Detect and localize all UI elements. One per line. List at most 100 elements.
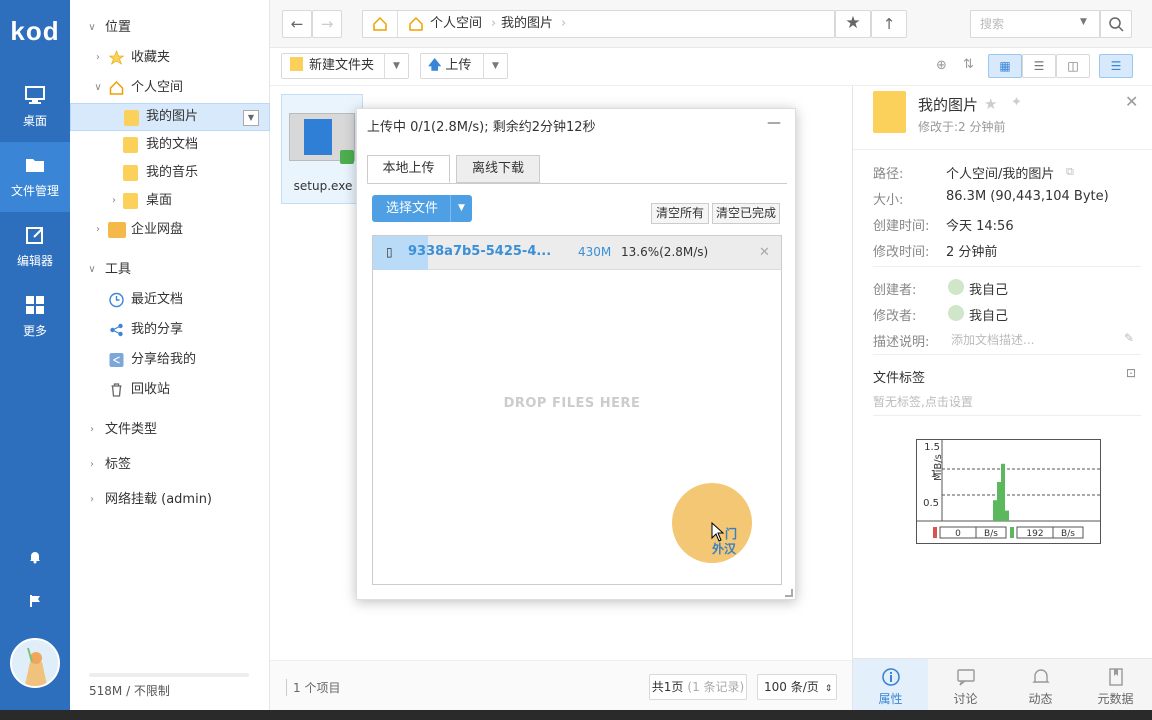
appbar-editor[interactable]: 编辑器 [0, 212, 70, 282]
tree-location[interactable]: ∨ 位置 [70, 14, 270, 42]
overlay-text: 外汉 [712, 542, 737, 556]
resize-handle[interactable] [785, 589, 793, 597]
breadcrumb-separator: › [561, 16, 567, 31]
chevron-right-icon: › [96, 224, 100, 235]
modified-label: 修改时间: [873, 245, 930, 260]
tree-label: 最近文档 [131, 292, 184, 307]
tree-personal-space[interactable]: ∨ 个人空间 [70, 74, 270, 102]
tree-my-share[interactable]: 我的分享 [70, 316, 270, 344]
tree-desktop[interactable]: › 桌面 [70, 187, 270, 215]
forward-button[interactable]: → [312, 10, 342, 38]
tags-placeholder[interactable]: 暂无标签,点击设置 [873, 393, 973, 410]
upload-button[interactable]: 🡅 上传 ▼ [420, 53, 508, 79]
new-folder-button[interactable]: 新建文件夹 ▼ [281, 53, 409, 79]
up-folder-button[interactable]: ↑ [871, 10, 907, 38]
remove-upload-icon[interactable]: ✕ [759, 245, 770, 260]
tab-offline-download[interactable]: 离线下载 [456, 155, 540, 183]
tree-tools[interactable]: ∨ 工具 [70, 256, 270, 284]
share-icon [110, 323, 123, 337]
arrow-up-icon: ↑ [882, 15, 896, 33]
appbar-desktop[interactable]: 桌面 [0, 72, 70, 142]
storage-quota: 518M / 不限制 [89, 684, 170, 698]
tab-label: 讨论 [953, 692, 978, 706]
tree-shared-to-me[interactable]: 分享给我的 [70, 346, 270, 374]
tab-local-upload[interactable]: 本地上传 [367, 155, 450, 183]
chat-icon [956, 669, 975, 686]
tree-recent-docs[interactable]: 最近文档 [70, 286, 270, 314]
tree-tags[interactable]: › 标签 [70, 451, 270, 479]
edit-icon [26, 227, 43, 244]
split-view-button[interactable]: ◫ [1056, 54, 1090, 78]
list-view-button[interactable]: ☰ [1022, 54, 1056, 78]
chevron-down-icon[interactable]: ▼ [384, 54, 408, 78]
app-logo[interactable]: kod [0, 16, 70, 47]
notification-bell-icon[interactable] [28, 550, 42, 564]
folder-icon [290, 57, 303, 71]
icon-view-button[interactable]: ▦ [988, 54, 1022, 78]
back-button[interactable]: ← [282, 10, 312, 38]
tab-activity[interactable]: 动态 [1003, 659, 1078, 711]
folder-large-icon [873, 91, 906, 133]
top-toolbar: ← → 个人空间 › 我的图片 › ★ ↑ 搜索 ▼ [270, 0, 1152, 48]
avatar [948, 305, 964, 321]
tab-properties[interactable]: 属性 [853, 659, 928, 711]
file-item-setup-exe[interactable]: setup.exe [281, 94, 363, 204]
quota-bar [89, 673, 249, 677]
chart-bar [997, 482, 1001, 521]
flag-icon[interactable] [28, 594, 42, 608]
choose-file-button[interactable]: 选择文件 ▼ [372, 195, 472, 222]
chart-ytick: 1.5 [924, 442, 940, 453]
appbar-file-manager[interactable]: 文件管理 [0, 142, 70, 212]
breadcrumb-separator: › [491, 16, 497, 31]
breadcrumb-personal-space[interactable]: 个人空间 [430, 11, 482, 37]
search-button[interactable] [1100, 10, 1132, 38]
favorite-star-button[interactable]: ★ [835, 10, 871, 38]
folder-tree: ∨ 位置 › 收藏夹 ∨ 个人空间 我的图片 ▼ 我的文档 我的音乐 › 桌面 … [70, 0, 270, 710]
tree-my-music[interactable]: 我的音乐 [70, 159, 270, 187]
copy-icon[interactable]: ⧉ [1066, 165, 1074, 179]
list-icon: ☰ [1033, 59, 1045, 73]
search-dropdown-icon[interactable]: ▼ [1080, 17, 1087, 27]
legend-swatch-red [933, 527, 937, 538]
appbar-more[interactable]: 更多 [0, 282, 70, 352]
appbar-label: 桌面 [22, 114, 47, 128]
path-label: 路径: [873, 167, 904, 182]
user-avatar[interactable] [10, 638, 60, 688]
dropdown-arrow-icon[interactable]: ▼ [243, 110, 259, 126]
tree-file-types[interactable]: › 文件类型 [70, 416, 270, 444]
tree-label: 工具 [105, 262, 132, 277]
sort-icon[interactable]: ⇅ [963, 57, 974, 72]
chevron-right-icon: › [90, 424, 94, 435]
tree-favorites[interactable]: › 收藏夹 [70, 44, 270, 72]
tree-my-pictures[interactable]: 我的图片 ▼ [70, 103, 270, 131]
item-count: 1 个项目 [286, 679, 340, 696]
tree-network-mount[interactable]: › 网络挂载 (admin) [70, 486, 270, 514]
toggle-info-panel-button[interactable]: ☰ [1099, 54, 1133, 78]
tree-recycle-bin[interactable]: 回收站 [70, 376, 270, 404]
star-icon[interactable]: ★ [984, 95, 997, 113]
clear-all-button[interactable]: 清空所有 [651, 203, 709, 224]
tree-enterprise-disk[interactable]: › 企业网盘 [70, 216, 270, 244]
breadcrumb-my-pictures[interactable]: 我的图片 [501, 11, 553, 37]
tag-icon[interactable]: ⊡ [1126, 366, 1136, 380]
pager-pages: 共1页 [651, 680, 684, 694]
tree-label: 回收站 [131, 382, 171, 397]
per-page-select[interactable]: 100 条/页 ⇕ [757, 674, 837, 700]
zoom-icon[interactable]: ⊕ [936, 58, 947, 73]
chevron-down-icon[interactable]: ▼ [450, 195, 472, 222]
description-input[interactable]: 添加文档描述... [951, 331, 1034, 348]
tab-metadata[interactable]: 元数据 [1078, 659, 1152, 711]
close-icon[interactable]: ✕ [1125, 92, 1138, 111]
chevron-down-icon: ∨ [88, 22, 96, 33]
pin-icon[interactable]: ✦ [1011, 95, 1022, 110]
home-icon[interactable] [372, 16, 388, 32]
tree-label: 文件类型 [105, 422, 158, 437]
pencil-icon[interactable]: ✎ [1124, 331, 1134, 345]
tree-label: 个人空间 [131, 80, 184, 95]
minimize-button[interactable]: — [767, 115, 781, 131]
app-sidebar: kod 桌面 文件管理 编辑器 更多 [0, 0, 70, 710]
chevron-down-icon[interactable]: ▼ [483, 54, 507, 78]
tree-my-documents[interactable]: 我的文档 [70, 131, 270, 159]
clear-completed-button[interactable]: 清空已完成 [712, 203, 780, 224]
tab-discussion[interactable]: 讨论 [928, 659, 1003, 711]
